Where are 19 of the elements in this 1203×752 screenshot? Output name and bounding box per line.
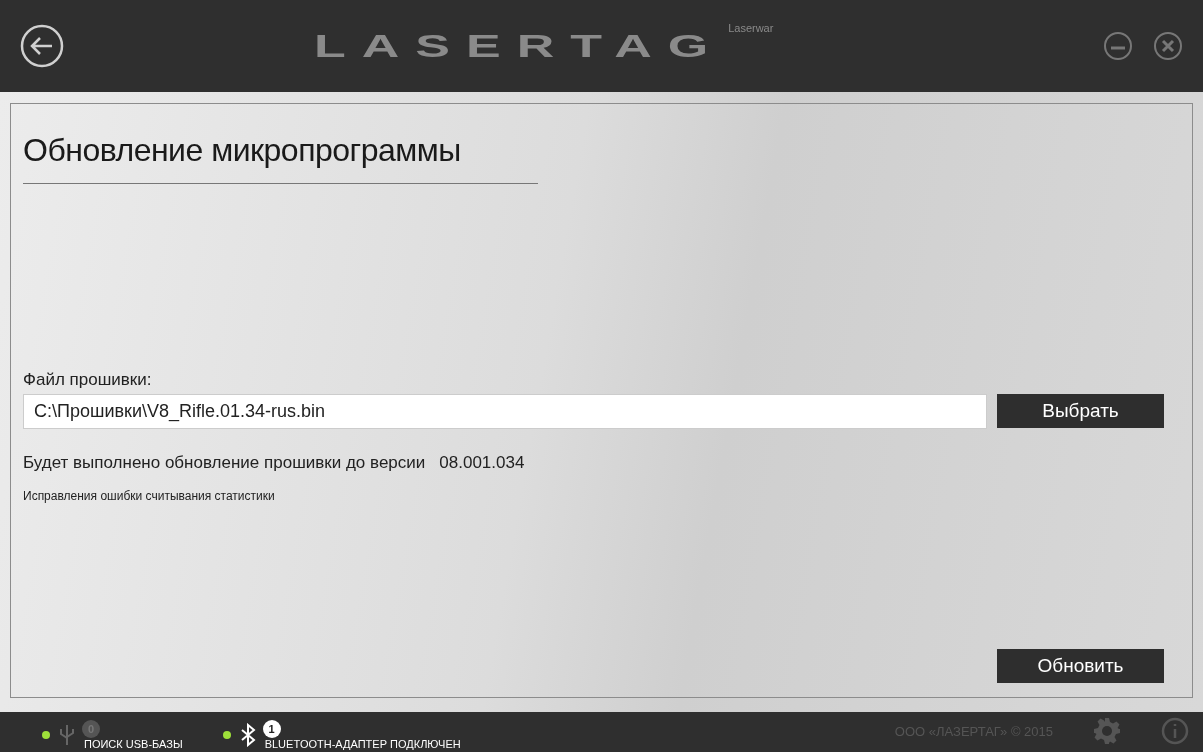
field-label: Файл прошивки: — [23, 370, 153, 390]
status-label: BLUETOOTH-АДАПТЕР ПОДКЛЮЧЕН — [264, 738, 461, 750]
logo: LASERTAG — [314, 28, 725, 64]
update-button[interactable]: Обновить — [997, 649, 1164, 683]
minimize-button[interactable] — [1103, 31, 1133, 61]
settings-icon[interactable] — [1093, 717, 1121, 745]
version-text: Будет выполнено обновление прошивки до версии — [23, 453, 426, 473]
close-button[interactable] — [1153, 31, 1183, 61]
logo-caption: Laserwar — [728, 22, 774, 34]
description-text: Исправления ошибки считывания статистики — [23, 489, 276, 503]
file-path-field[interactable]: C:\Прошивки\V8_Rifle.01.34-rus.bin — [23, 394, 987, 429]
back-button[interactable] — [20, 24, 64, 68]
count-badge: 1 — [262, 720, 281, 738]
info-icon[interactable] — [1161, 717, 1189, 745]
choose-button[interactable]: Выбрать — [997, 394, 1164, 428]
page-title: Обновление микропрограммы — [23, 104, 538, 184]
status-label: ПОИСК USB-БАЗЫ — [84, 738, 183, 750]
usb-icon — [58, 723, 76, 747]
version-number: 08.001.034 — [439, 453, 525, 473]
